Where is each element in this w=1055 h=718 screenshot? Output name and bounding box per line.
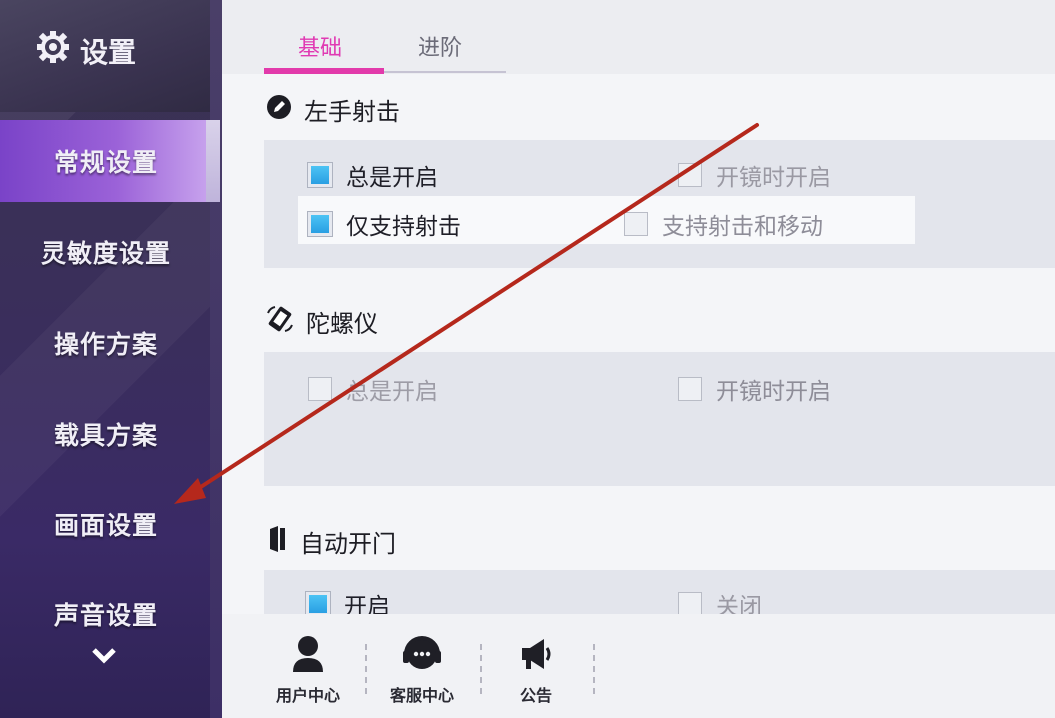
checkbox[interactable] bbox=[678, 163, 702, 187]
section-title-text: 自动开门 bbox=[300, 530, 396, 558]
toolbar-divider bbox=[365, 644, 367, 694]
sidebar-item-sensitivity[interactable]: 灵敏度设置 bbox=[0, 212, 212, 292]
bottom-toolbar: 用户中心 客服中心 公告 bbox=[222, 614, 1055, 718]
section-left-hand-fire-title: 左手射击 bbox=[266, 92, 400, 127]
option-label: 总是开启 bbox=[346, 379, 438, 405]
option-label: 开镜时开启 bbox=[716, 165, 831, 191]
checkbox[interactable] bbox=[305, 591, 331, 617]
sidebar-item-label: 操作方案 bbox=[53, 330, 158, 359]
user-icon bbox=[291, 634, 325, 678]
sidebar-item-graphics[interactable]: 画面设置 bbox=[0, 484, 212, 564]
service-center-label: 客服中心 bbox=[389, 686, 454, 705]
tab-bar bbox=[222, 0, 1055, 74]
sidebar-item-label: 声音设置 bbox=[53, 601, 158, 630]
section-gyroscope-title: 陀螺仪 bbox=[266, 304, 378, 339]
tab-advanced[interactable]: 进阶 bbox=[418, 30, 462, 62]
user-center-button[interactable]: 用户中心 bbox=[258, 634, 358, 706]
sidebar-item-controls[interactable]: 操作方案 bbox=[0, 303, 212, 383]
settings-title-label: 设置 bbox=[80, 35, 137, 69]
tab-divider bbox=[384, 71, 506, 73]
announcement-button[interactable]: 公告 bbox=[486, 634, 586, 706]
option-gyro-scope-on[interactable]: 开镜时开启 bbox=[678, 372, 831, 406]
section-title-text: 左手射击 bbox=[304, 98, 400, 126]
option-fire-only[interactable]: 仅支持射击 bbox=[307, 207, 461, 241]
checkbox[interactable] bbox=[678, 377, 702, 401]
settings-title: 设置 bbox=[36, 30, 136, 71]
tab-basic[interactable]: 基础 bbox=[298, 30, 342, 62]
gyroscope-icon bbox=[266, 305, 294, 339]
gear-icon bbox=[36, 30, 70, 71]
pencil-circle-icon bbox=[266, 94, 292, 126]
sidebar: 设置 常规设置 灵敏度设置 操作方案 载具方案 画面设置 声音设置 bbox=[0, 0, 222, 718]
active-item-indicator bbox=[206, 120, 220, 202]
toolbar-divider bbox=[593, 644, 595, 694]
option-label: 开镜时开启 bbox=[716, 379, 831, 405]
section-title-text: 陀螺仪 bbox=[306, 310, 378, 338]
megaphone-icon bbox=[518, 634, 554, 678]
scroll-down-button[interactable] bbox=[84, 640, 124, 676]
checkbox[interactable] bbox=[307, 211, 333, 237]
tab-active-underline bbox=[264, 68, 384, 74]
section-auto-door-title: 自动开门 bbox=[266, 524, 396, 559]
sidebar-item-label: 载具方案 bbox=[53, 421, 158, 450]
service-center-button[interactable]: 客服中心 bbox=[372, 634, 472, 706]
sidebar-item-general[interactable]: 常规设置 bbox=[0, 120, 212, 202]
option-label: 总是开启 bbox=[346, 165, 438, 191]
option-always-on[interactable]: 总是开启 bbox=[307, 158, 438, 192]
option-gyro-always-on[interactable]: 总是开启 bbox=[308, 372, 438, 406]
toolbar-divider bbox=[480, 644, 482, 694]
option-fire-and-move[interactable]: 支持射击和移动 bbox=[624, 207, 823, 241]
announcement-label: 公告 bbox=[519, 686, 552, 705]
checkbox[interactable] bbox=[624, 212, 648, 236]
door-icon bbox=[266, 525, 288, 559]
option-label: 仅支持射击 bbox=[346, 214, 461, 240]
sidebar-item-label: 灵敏度设置 bbox=[40, 239, 171, 268]
sidebar-item-vehicle[interactable]: 载具方案 bbox=[0, 394, 212, 474]
sidebar-item-label: 画面设置 bbox=[53, 511, 158, 540]
checkbox[interactable] bbox=[308, 377, 332, 401]
sidebar-item-label: 常规设置 bbox=[53, 148, 158, 177]
user-center-label: 用户中心 bbox=[275, 686, 340, 705]
checkbox[interactable] bbox=[307, 162, 333, 188]
option-scope-on[interactable]: 开镜时开启 bbox=[678, 158, 831, 192]
headset-icon bbox=[402, 634, 442, 678]
option-label: 支持射击和移动 bbox=[662, 214, 823, 240]
settings-panel: 基础 进阶 左手射击 总是开启 开镜时开启 仅支持射击 支持射击和移动 陀螺仪 … bbox=[222, 0, 1055, 718]
checkbox[interactable] bbox=[678, 592, 702, 616]
chevron-down-icon bbox=[91, 647, 117, 669]
